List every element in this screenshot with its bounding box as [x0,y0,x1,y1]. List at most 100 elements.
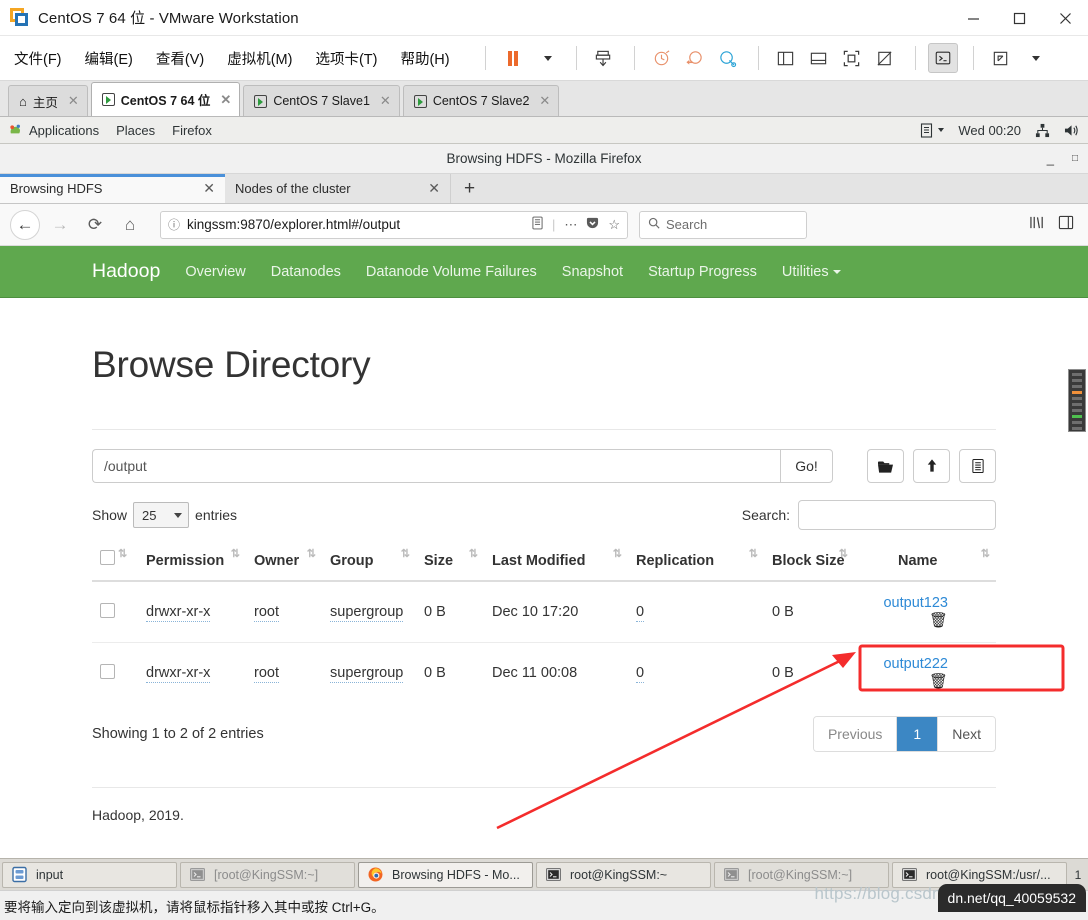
file-link[interactable]: output222 [883,656,948,672]
taskbar-item-terminal-1[interactable]: [root@KingSSM:~] [180,861,355,888]
nav-utilities[interactable]: Utilities [782,264,841,280]
vm-tab-centos7-slave1[interactable]: CentOS 7 Slave1 ✕ [243,85,400,116]
col-block-size[interactable]: ⇅ Block Size [764,541,854,582]
path-input[interactable]: /output [92,449,780,483]
menu-tabs[interactable]: 选项卡(T) [315,48,377,69]
taskbar-item-terminal-2[interactable]: root@KingSSM:~ [536,861,711,888]
gnome-clock[interactable]: Wed 00:20 [958,123,1021,138]
close-icon[interactable]: ✕ [539,93,550,109]
pagination-page-1[interactable]: 1 [897,717,939,751]
power-dropdown-caret-icon[interactable] [531,43,561,73]
go-button[interactable]: Go! [780,449,833,483]
entries-select[interactable]: 25 [133,502,190,528]
home-icon[interactable]: ⌂ [115,210,145,240]
page-info-icon[interactable]: ⓘ [168,216,180,233]
taskbar-item-terminal-3[interactable]: [root@KingSSM:~] [714,861,889,888]
col-last-modified[interactable]: ⇅ Last Modified [484,541,628,582]
sort-icon[interactable]: ⇅ [469,547,478,560]
close-icon[interactable]: ✕ [380,93,391,109]
firefox-tab-nodes-of-the-cluster[interactable]: Nodes of the cluster ✕ [225,174,450,203]
gnome-notes-indicator[interactable] [920,122,945,138]
snapshot-settings-icon[interactable] [713,43,743,73]
sort-icon[interactable]: ⇅ [613,547,622,560]
workspace-switcher[interactable]: 1 [1070,868,1086,882]
sort-icon[interactable]: ⇅ [749,547,758,560]
firefox-tab-browsing-hdfs[interactable]: Browsing HDFS ✕ [0,174,225,203]
pocket-icon[interactable] [586,217,599,233]
nav-overview[interactable]: Overview [185,264,245,280]
new-tab-button[interactable]: + [450,174,488,203]
table-row[interactable]: drwxr-xr-x root supergroup 0 B Dec 11 00… [92,642,996,703]
close-icon[interactable]: ✕ [220,92,231,108]
snapshot-take-icon[interactable] [589,43,619,73]
close-icon[interactable]: ✕ [68,93,79,109]
minimize-button[interactable] [950,0,996,36]
volume-icon[interactable] [1064,123,1080,138]
maximize-button[interactable] [996,0,1042,36]
sidebar-icon[interactable] [1058,215,1074,234]
file-link[interactable]: output123 [883,595,948,611]
upload-files-icon[interactable] [913,449,950,483]
nav-datanodes[interactable]: Datanodes [271,264,341,280]
gnome-applications-menu[interactable]: Applications [8,123,99,138]
col-name[interactable]: ⇅ Name [854,541,996,582]
vm-tab-centos7-64[interactable]: CentOS 7 64 位 ✕ [90,82,241,116]
col-select-all[interactable]: ⇅ [92,541,138,582]
row-checkbox[interactable] [100,602,115,618]
gnome-firefox-menu[interactable]: Firefox [172,123,212,138]
snapshot-revert-icon[interactable] [680,43,710,73]
close-button[interactable] [1042,0,1088,36]
col-permission[interactable]: ⇅ Permission [138,541,246,582]
reader-view-icon[interactable] [532,216,543,233]
col-size[interactable]: ⇅ Size [416,541,484,582]
table-row[interactable]: drwxr-xr-x root supergroup 0 B Dec 10 17… [92,581,996,643]
pause-icon[interactable] [498,43,528,73]
new-directory-icon[interactable] [867,449,904,483]
sort-icon[interactable]: ⇅ [118,547,127,560]
snapshot-manager-icon[interactable] [647,43,677,73]
vm-tab-home[interactable]: ⌂ 主页 ✕ [8,85,88,116]
menu-vm[interactable]: 虚拟机(M) [227,48,292,69]
col-replication[interactable]: ⇅ Replication [628,541,764,582]
hadoop-brand[interactable]: Hadoop [92,260,160,283]
pagination-previous[interactable]: Previous [813,717,898,751]
col-owner[interactable]: ⇅ Owner [246,541,322,582]
menu-file[interactable]: 文件(F) [14,48,62,69]
unity-mode-icon[interactable] [870,43,900,73]
menu-help[interactable]: 帮助(H) [400,48,449,69]
row-checkbox[interactable] [100,663,115,679]
show-thumbnail-bar-icon[interactable] [804,43,834,73]
sort-icon[interactable]: ⇅ [307,547,316,560]
nav-snapshot[interactable]: Snapshot [562,264,623,280]
taskbar-item-input[interactable]: input [2,861,177,888]
vm-tab-centos7-slave2[interactable]: CentOS 7 Slave2 ✕ [402,85,560,116]
select-all-checkbox[interactable] [100,550,115,565]
bookmark-star-icon[interactable]: ☆ [608,217,620,233]
reload-icon[interactable]: ⟳ [80,210,110,240]
cut-paste-icon[interactable] [959,449,996,483]
taskbar-item-firefox[interactable]: Browsing HDFS - Mo... [358,861,533,888]
nav-startup-progress[interactable]: Startup Progress [648,264,757,280]
sort-icon[interactable]: ⇅ [839,547,848,560]
expand-icon[interactable] [986,43,1016,73]
search-input[interactable] [798,500,996,530]
menu-view[interactable]: 查看(V) [156,48,204,69]
network-icon[interactable] [1035,123,1050,138]
page-actions-icon[interactable]: ⋯ [564,217,577,233]
expand-dropdown-caret-icon[interactable] [1019,43,1049,73]
menu-edit[interactable]: 编辑(E) [85,48,133,69]
firefox-maximize-button[interactable]: □ [1072,153,1078,164]
fullscreen-icon[interactable] [837,43,867,73]
address-bar[interactable]: ⓘ kingssm:9870/explorer.html#/output | ⋯… [160,210,628,239]
firefox-minimize-button[interactable]: _ [1047,151,1054,166]
nav-datanode-volume-failures[interactable]: Datanode Volume Failures [366,264,537,280]
console-view-icon[interactable] [927,43,958,73]
back-arrow-icon[interactable]: ← [10,209,40,240]
close-icon[interactable]: ✕ [428,180,440,197]
sort-icon[interactable]: ⇅ [231,547,240,560]
col-group[interactable]: ⇅ Group [322,541,416,582]
close-icon[interactable]: ✕ [203,180,215,197]
show-library-icon[interactable] [771,43,801,73]
library-icon[interactable] [1029,215,1046,234]
sort-icon[interactable]: ⇅ [401,547,410,560]
